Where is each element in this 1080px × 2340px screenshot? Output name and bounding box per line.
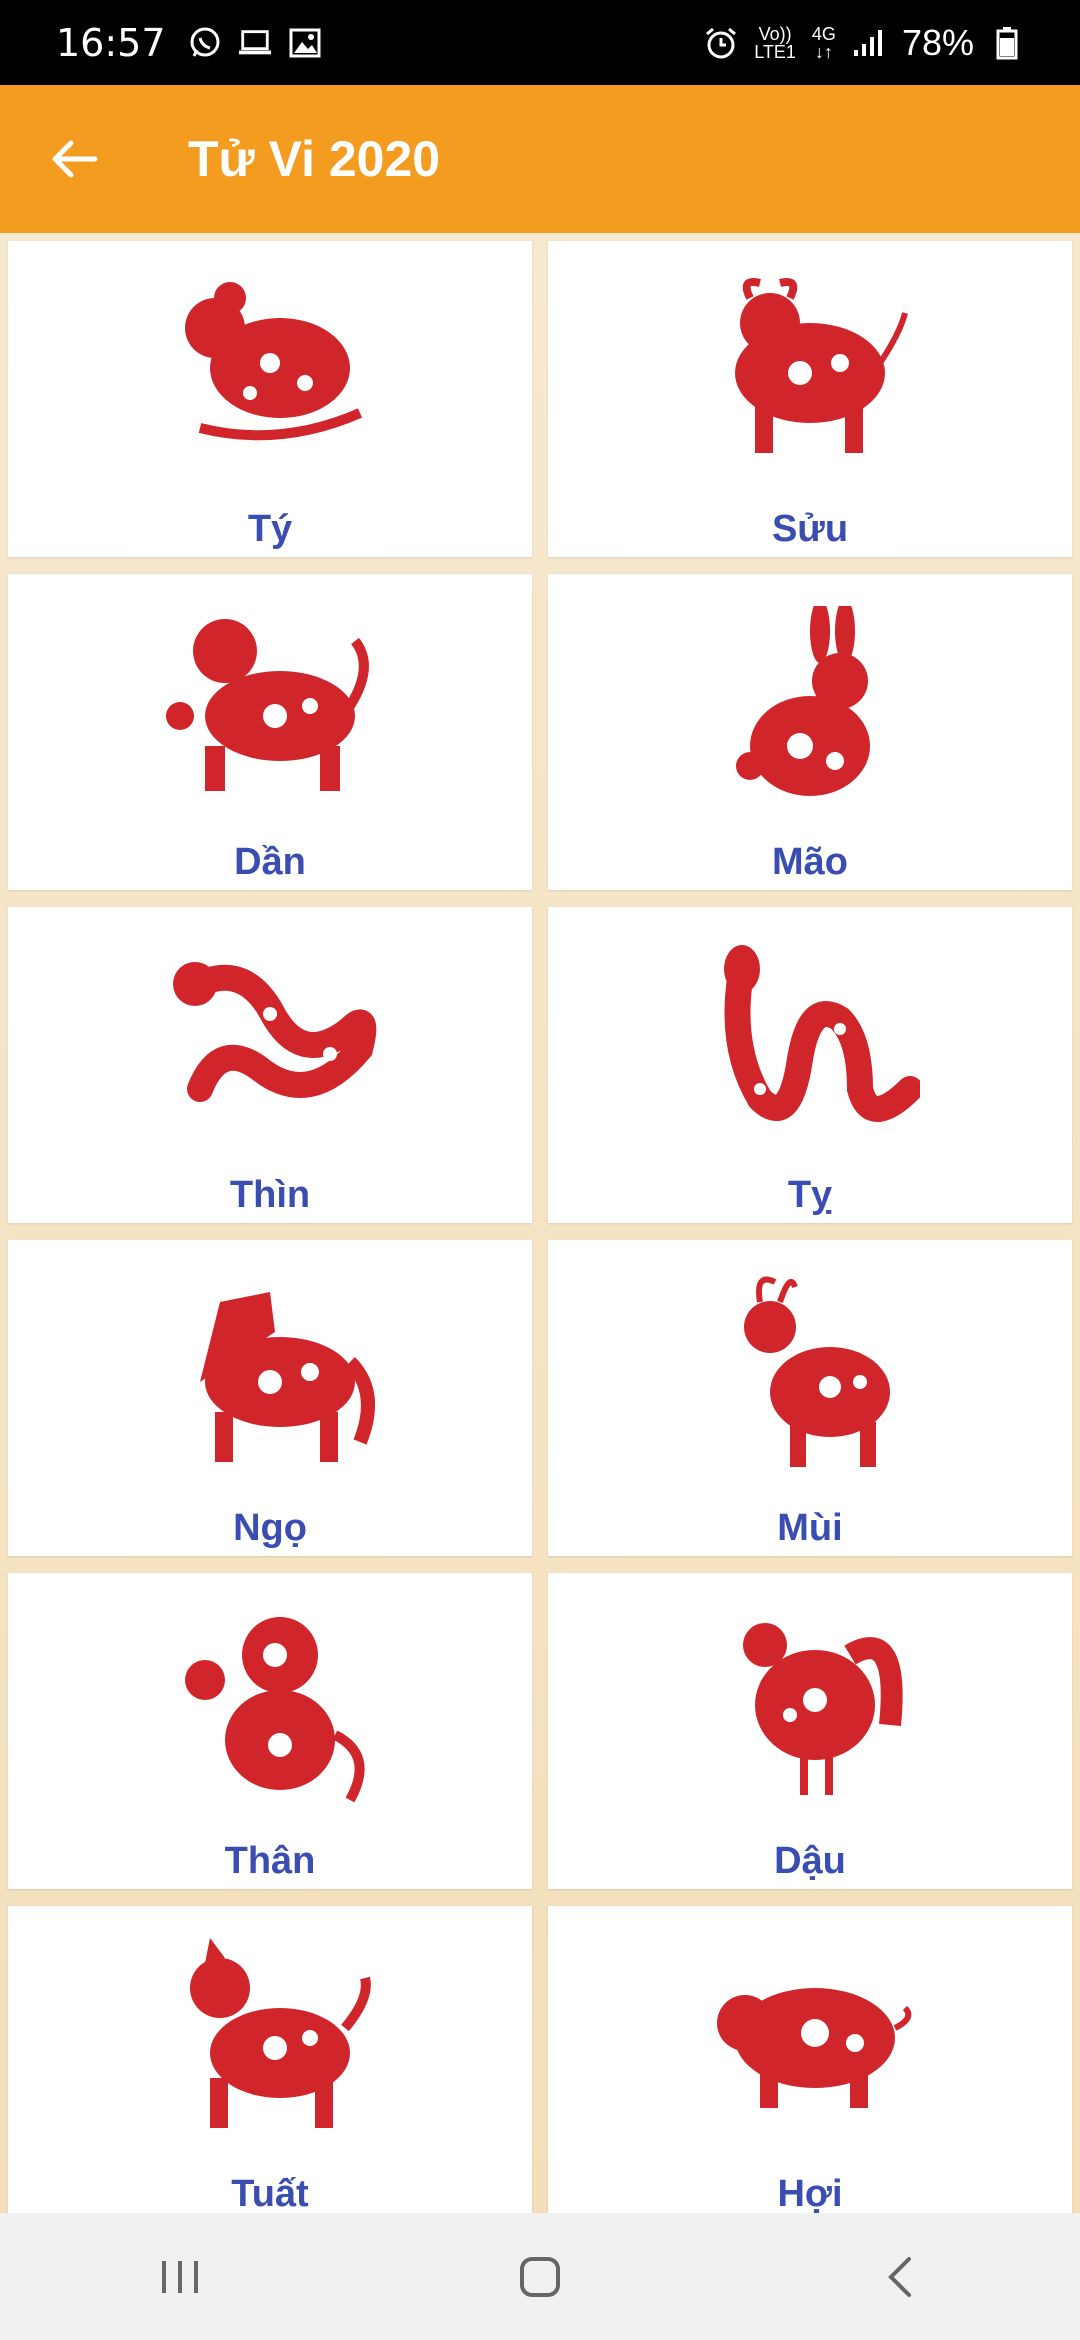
battery-icon [990,26,1024,60]
horse-icon [150,1262,390,1482]
battery-percent: 78% [901,21,974,63]
recent-apps-icon [162,2260,198,2293]
zodiac-card-ty-snake[interactable]: Tỵ [548,907,1072,1223]
image-icon [288,26,322,60]
snake-icon [690,929,930,1149]
zodiac-label: Thân [224,1840,316,1882]
zodiac-label: Tý [247,508,293,550]
home-icon [520,2256,560,2297]
zodiac-label: Tuất [231,2173,309,2213]
zodiac-label: Mão [772,841,848,883]
zodiac-label: Tỵ [787,1174,833,1216]
network-type: 4G ↓↑ [811,23,836,62]
tiger-icon [150,596,390,816]
zodiac-card-thin[interactable]: Thìn [8,907,532,1223]
zodiac-label: Sửu [771,508,849,550]
system-nav-bar [0,2213,1080,2340]
dragon-icon [150,929,390,1149]
zodiac-label: Thìn [229,1174,311,1216]
zodiac-card-hoi[interactable]: Hợi [548,1906,1072,2213]
alarm-icon [704,26,738,60]
zodiac-card-ty[interactable]: Tý [8,241,532,557]
whatsapp-icon [188,26,222,60]
nav-back-button[interactable] [840,2227,960,2327]
pig-icon [690,1928,930,2148]
dog-icon [150,1928,390,2148]
rabbit-icon [690,596,930,816]
page-title: Tử Vi 2020 [188,131,441,187]
zodiac-card-dau[interactable]: Dậu [548,1573,1072,1889]
arrow-left-icon [52,140,98,178]
volte-indicator: Vo)) LTE1 [754,23,796,62]
zodiac-grid: Tý Sửu Dần Mão Thìn Tỵ Ngọ Mùi Thân Dậu … [8,241,1072,2213]
rat-icon [150,263,390,483]
zodiac-card-suu[interactable]: Sửu [548,241,1072,557]
monkey-icon [150,1595,390,1815]
zodiac-card-mao[interactable]: Mão [548,574,1072,890]
zodiac-label: Ngọ [233,1507,307,1549]
zodiac-card-ngo[interactable]: Ngọ [8,1240,532,1556]
rooster-icon [690,1595,930,1815]
status-time: 16:57 [56,20,166,65]
zodiac-card-mui[interactable]: Mùi [548,1240,1072,1556]
zodiac-label: Hợi [777,2173,843,2213]
signal-icon [852,26,886,60]
status-bar: 16:57 Vo)) LTE1 4G ↓↑ 78% [0,0,1080,85]
recent-apps-button[interactable] [120,2227,240,2327]
zodiac-card-dan[interactable]: Dần [8,574,532,890]
ox-icon [690,263,930,483]
zodiac-label: Dần [234,841,306,883]
back-icon [888,2256,911,2297]
zodiac-label: Mùi [777,1507,843,1549]
home-button[interactable] [480,2227,600,2327]
laptop-icon [238,26,272,60]
zodiac-label: Dậu [774,1840,846,1882]
app-bar: Tử Vi 2020 [0,85,1080,233]
zodiac-card-than[interactable]: Thân [8,1573,532,1889]
zodiac-grid-area: Tý Sửu Dần Mão Thìn Tỵ Ngọ Mùi Thân Dậu … [0,233,1080,2213]
goat-icon [690,1262,930,1482]
zodiac-card-tuat[interactable]: Tuất [8,1906,532,2213]
back-button[interactable] [0,85,150,233]
